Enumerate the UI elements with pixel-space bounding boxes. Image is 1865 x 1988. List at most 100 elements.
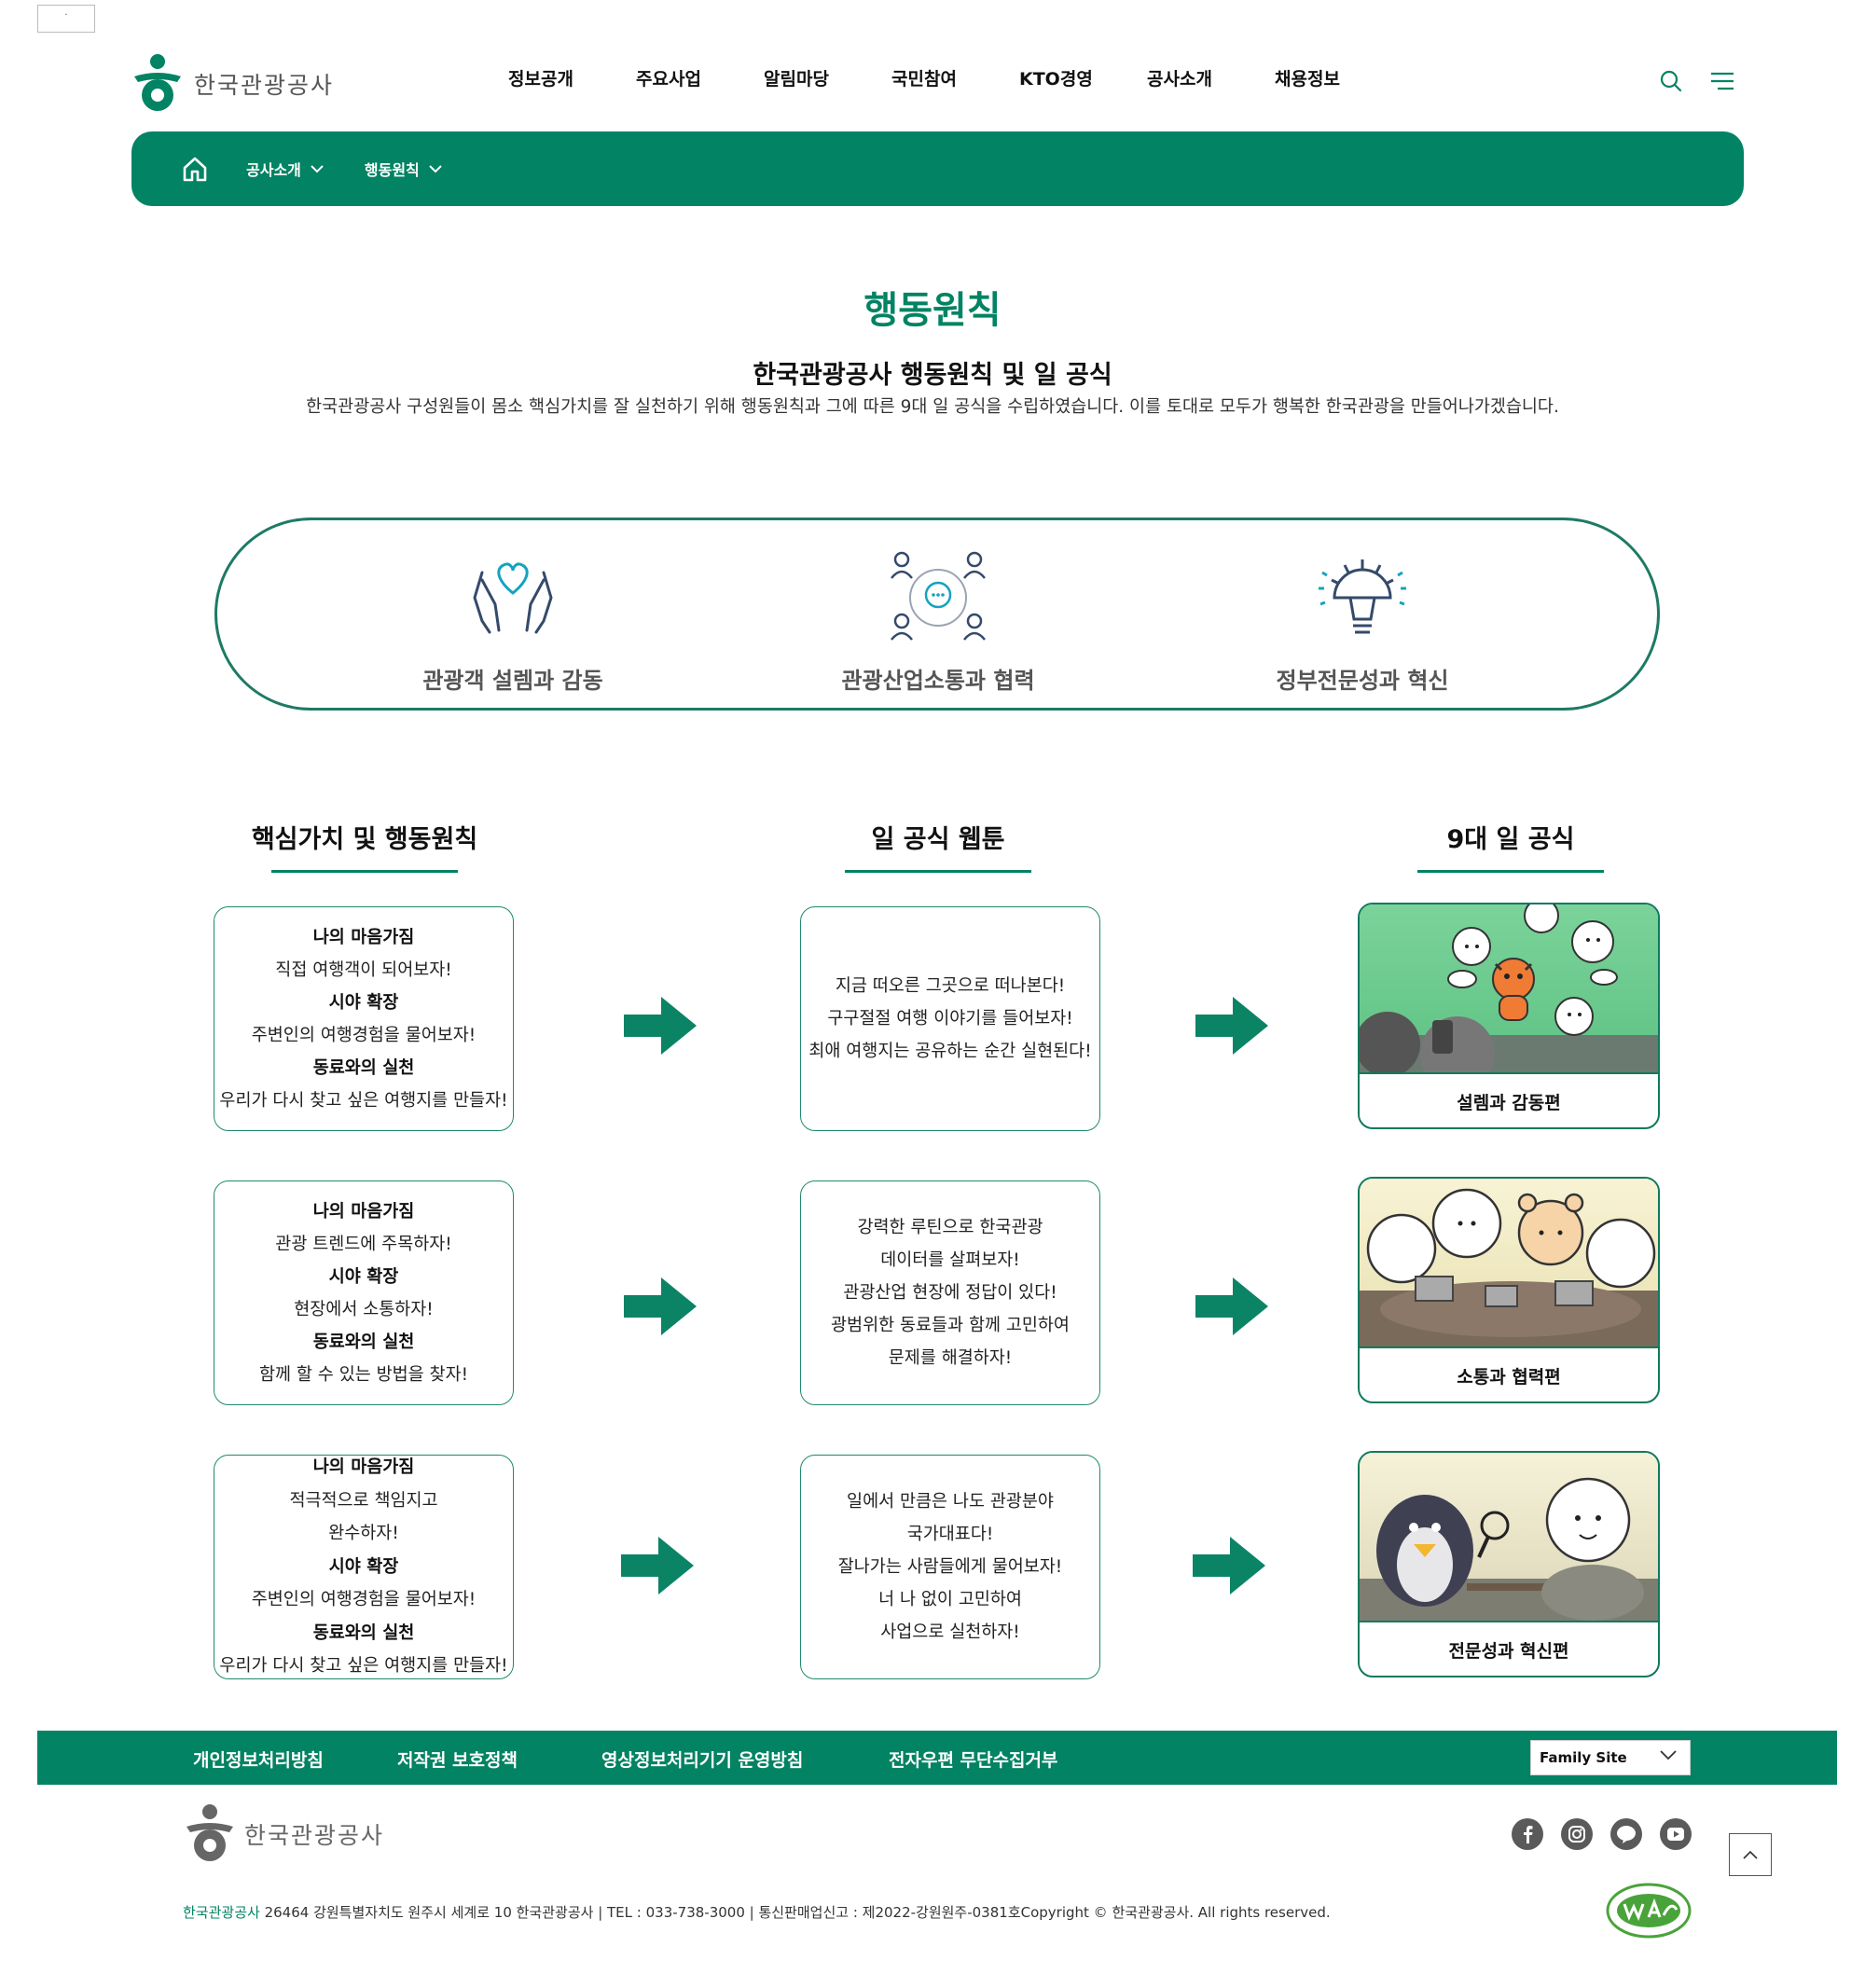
instagram-icon[interactable]: [1561, 1818, 1593, 1850]
webtoon-text: 구구절절 여행 이야기를 들어보자!: [827, 1009, 1073, 1029]
blog-icon[interactable]: [1610, 1818, 1642, 1850]
arrow-right-icon: [624, 1277, 697, 1335]
principle-text: 우리가 다시 찾고 싶은 여행지를 만들자!: [219, 1090, 508, 1111]
webtoon-text: 잘나가는 사람들에게 물어보자!: [837, 1557, 1063, 1577]
webtoon-text: 너 나 없이 고민하여: [878, 1590, 1022, 1609]
webtoon-text: 최애 여행지는 공유하는 순간 실현된다!: [808, 1042, 1092, 1061]
value-cooperation: 관광산업소통과 협력: [770, 520, 1106, 695]
chevron-down-icon: [311, 165, 324, 173]
people-network-icon: [891, 551, 986, 641]
webtoon-text: 강력한 루틴으로 한국관광: [857, 1218, 1043, 1237]
breadcrumb-principles[interactable]: 행동원칙: [365, 158, 442, 180]
value-innovation: 정부전문성과 혁신: [1195, 520, 1530, 695]
arrow-right-icon: [624, 997, 697, 1055]
principles-box: 나의 마음가짐 관광 트렌드에 주목하자! 시야 확장 현장에서 소통하자! 동…: [214, 1180, 514, 1405]
value-label: 정부전문성과 혁신: [1276, 668, 1449, 694]
column-head-principles: 핵심가치 및 행동원칙: [243, 819, 486, 873]
nav-participation[interactable]: 국민참여: [891, 65, 1019, 90]
formula-card-innovation[interactable]: 전문성과 혁신편: [1358, 1451, 1660, 1677]
principles-box: 나의 마음가짐 적극적으로 책임지고 완수하자! 시야 확장 주변인의 여행경험…: [214, 1455, 514, 1679]
footer-logo: 한국관광공사: [183, 1804, 384, 1864]
column-underline: [271, 870, 458, 873]
webtoon-box: 지금 떠오른 그곳으로 떠나본다! 구구절절 여행 이야기를 들어보자! 최애 …: [800, 906, 1100, 1131]
gear-bulb-icon: [1319, 559, 1406, 634]
arrow-right-icon: [1195, 1277, 1268, 1335]
formula-card-excitement[interactable]: 설렘과 감동편: [1358, 903, 1660, 1129]
nav-business[interactable]: 주요사업: [636, 65, 764, 90]
nav-notice[interactable]: 알림마당: [764, 65, 891, 90]
webtoon-text: 데이터를 살펴보자!: [880, 1250, 1020, 1270]
footer-address: 한국관광공사 26464 강원특별자치도 원주시 세계로 10 한국관광공사 |…: [183, 1902, 1331, 1922]
principles-box: 나의 마음가짐 직접 여행객이 되어보자! 시야 확장 주변인의 여행경험을 물…: [214, 906, 514, 1131]
nav-about[interactable]: 공사소개: [1147, 65, 1275, 90]
webtoon-thumbnail: [1360, 1179, 1658, 1348]
youtube-icon[interactable]: [1660, 1818, 1692, 1850]
webtoon-box: 강력한 루틴으로 한국관광 데이터를 살펴보자! 관광산업 현장에 정답이 있다…: [800, 1180, 1100, 1405]
webtoon-box: 일에서 만큼은 나도 관광분야 국가대표다! 잘나가는 사람들에게 물어보자! …: [800, 1455, 1100, 1679]
column-title: 핵심가치 및 행동원칙: [251, 825, 478, 854]
webtoon-text: 지금 떠오른 그곳으로 떠나본다!: [835, 976, 1066, 996]
page-title: 행동원칙: [863, 289, 1002, 332]
principle-text: 주변인의 여행경험을 물어보자!: [251, 1025, 477, 1045]
core-values-panel: 관광객 설렘과 감동 관광산업소통과 협력 정부전문성과 혁신: [214, 518, 1660, 711]
principle-heading: 나의 마음가짐: [312, 1457, 415, 1478]
webtoon-text: 일에서 만큼은 나도 관광분야: [847, 1492, 1054, 1512]
column-title: 일 공식 웹툰: [871, 825, 1005, 854]
nav-management[interactable]: KTO경영: [1019, 65, 1147, 90]
skip-link[interactable]: ·: [37, 5, 95, 33]
menu-icon[interactable]: [1710, 72, 1734, 90]
principle-heading: 시야 확장: [328, 1266, 399, 1287]
column-head-webtoon: 일 공식 웹툰: [817, 819, 1059, 873]
breadcrumb-label: 공사소개: [246, 161, 301, 179]
value-excitement: 관광객 설렘과 감동: [345, 520, 681, 695]
webtoon-thumbnail: [1360, 1453, 1658, 1622]
column-underline: [845, 870, 1031, 873]
column-head-formula: 9대 일 공식: [1389, 819, 1632, 873]
principle-heading: 나의 마음가짐: [312, 1201, 415, 1222]
chevron-down-icon: [429, 165, 442, 173]
facebook-icon[interactable]: [1512, 1818, 1543, 1850]
webtoon-text: 국가대표다!: [906, 1525, 994, 1544]
principle-text: 함께 할 수 있는 방법을 찾자!: [258, 1364, 469, 1385]
principle-text: 주변인의 여행경험을 물어보자!: [251, 1590, 477, 1610]
scroll-top-button[interactable]: [1729, 1833, 1772, 1876]
footer-link-email[interactable]: 전자우편 무단수집거부: [889, 1746, 1057, 1772]
arrow-right-icon: [1195, 997, 1268, 1055]
main-nav: 정보공개 주요사업 알림마당 국민참여 KTO경영 공사소개 채용정보: [508, 65, 1402, 90]
formula-card-title: 설렘과 감동편: [1457, 1092, 1561, 1113]
footer-link-cctv[interactable]: 영상정보처리기기 운영방침: [601, 1746, 803, 1772]
formula-card-title: 소통과 협력편: [1457, 1366, 1561, 1387]
column-underline: [1417, 870, 1604, 873]
webtoon-thumbnail: [1360, 904, 1658, 1074]
logo-text: 한국관광공사: [194, 72, 335, 99]
site-logo[interactable]: 한국관광공사: [131, 54, 334, 114]
footer-address-text: 26464 강원특별자치도 원주시 세계로 10 한국관광공사 | TEL : …: [259, 1904, 1331, 1921]
principle-heading: 나의 마음가짐: [312, 927, 415, 947]
principle-text: 우리가 다시 찾고 싶은 여행지를 만들자!: [219, 1656, 508, 1677]
chevron-down-icon: [1660, 1750, 1677, 1760]
family-site-label: Family Site: [1540, 1749, 1627, 1766]
principle-heading: 동료와의 실천: [312, 1332, 415, 1352]
principle-text: 현장에서 소통하자!: [294, 1299, 434, 1319]
webtoon-text: 관광산업 현장에 정답이 있다!: [843, 1283, 1057, 1303]
search-icon[interactable]: [1660, 70, 1682, 92]
kto-logo-icon: [134, 54, 181, 111]
column-title: 9대 일 공식: [1446, 825, 1575, 854]
breadcrumb: 공사소개 행동원칙: [131, 131, 1744, 206]
header-utilities: [1660, 70, 1734, 92]
principle-text: 직접 여행객이 되어보자!: [275, 959, 452, 980]
breadcrumb-label: 행동원칙: [364, 161, 420, 179]
footer-link-copyright[interactable]: 저작권 보호정책: [397, 1746, 518, 1772]
webtoon-text: 광범위한 동료들과 함께 고민하여: [831, 1316, 1070, 1335]
webtoon-text: 문제를 해결하자!: [888, 1348, 1013, 1368]
footer-link-privacy[interactable]: 개인정보처리방침: [193, 1746, 324, 1772]
principle-heading: 시야 확장: [328, 992, 399, 1013]
nav-info[interactable]: 정보공개: [508, 65, 636, 90]
principle-heading: 동료와의 실천: [312, 1057, 415, 1078]
breadcrumb-about[interactable]: 공사소개: [246, 158, 324, 180]
family-site-select[interactable]: Family Site: [1530, 1740, 1691, 1775]
home-icon[interactable]: [181, 155, 209, 183]
value-label: 관광객 설렘과 감동: [422, 668, 603, 694]
nav-recruit[interactable]: 채용정보: [1275, 65, 1402, 90]
formula-card-cooperation[interactable]: 소통과 협력편: [1358, 1177, 1660, 1403]
